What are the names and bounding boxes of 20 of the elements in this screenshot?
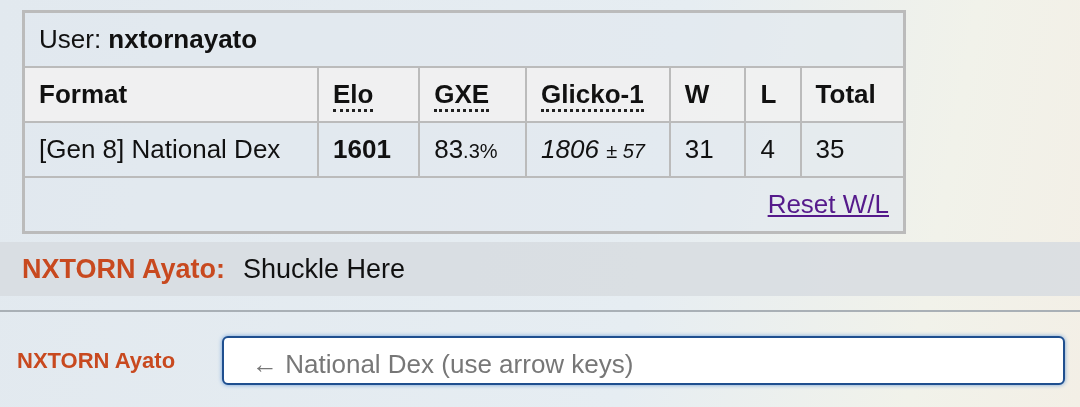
column-header: L — [745, 67, 801, 122]
column-header: W — [669, 67, 746, 122]
table-cell: 31 — [669, 122, 746, 177]
reset-link[interactable]: Reset W/L — [767, 189, 889, 219]
username: NXTORN Ayato — [17, 347, 177, 374]
column-header: GXE — [419, 67, 527, 122]
column-header: Total — [800, 67, 905, 122]
message-text: Shuckle Here — [243, 253, 406, 285]
table-cell: 83.3% — [419, 122, 527, 177]
table-cell: 4 — [745, 122, 801, 177]
user-label: User: nxtornayato — [39, 24, 258, 54]
table-cell: [Gen 8] National Dex — [23, 122, 318, 177]
table-cell: 35 — [800, 122, 905, 177]
chat-author: NXTORN Ayato: — [22, 253, 225, 285]
column-header: Elo — [318, 67, 420, 122]
column-header: Glicko-1 — [526, 67, 670, 122]
table-cell: 1806 ± 57 — [526, 122, 670, 177]
table-cell: 1601 — [318, 122, 420, 177]
message-input[interactable]: ← National Dex (use arrow keys) — [222, 336, 1065, 385]
column-header: Format — [23, 67, 318, 122]
